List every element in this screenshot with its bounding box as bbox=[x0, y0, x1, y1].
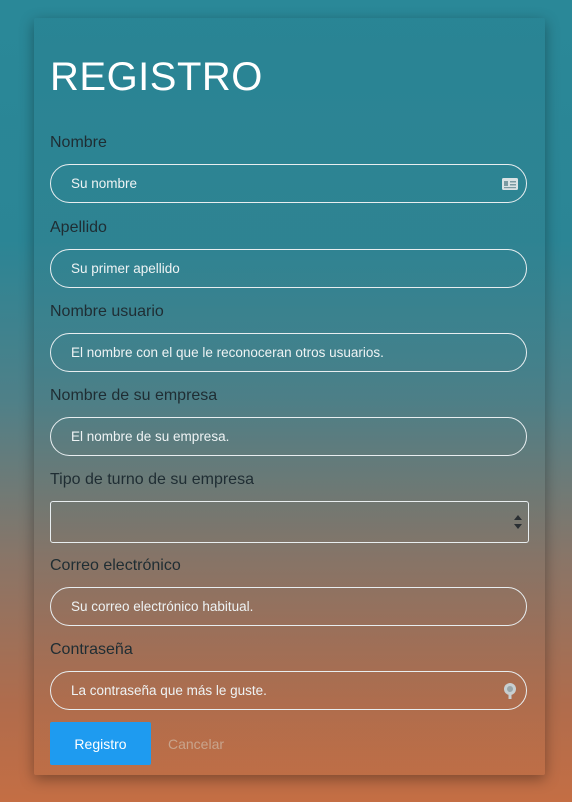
turno-label: Tipo de turno de su empresa bbox=[50, 471, 254, 488]
apellido-label: Apellido bbox=[50, 219, 107, 236]
nombre-input[interactable] bbox=[50, 164, 527, 203]
usuario-input[interactable] bbox=[50, 333, 527, 372]
correo-label: Correo electrónico bbox=[50, 557, 181, 574]
correo-input[interactable] bbox=[50, 587, 527, 626]
id-card-icon bbox=[501, 175, 519, 193]
registro-button[interactable]: Registro bbox=[50, 722, 151, 765]
cancelar-link[interactable]: Cancelar bbox=[168, 735, 224, 753]
nombre-label: Nombre bbox=[50, 134, 107, 151]
key-icon bbox=[501, 682, 519, 700]
contrasena-input[interactable] bbox=[50, 671, 527, 710]
form-title: REGISTRO bbox=[50, 55, 263, 99]
empresa-input[interactable] bbox=[50, 417, 527, 456]
usuario-label: Nombre usuario bbox=[50, 303, 164, 320]
select-arrows-icon bbox=[514, 513, 522, 531]
contrasena-label: Contraseña bbox=[50, 641, 133, 658]
turno-select[interactable] bbox=[50, 501, 529, 543]
apellido-input[interactable] bbox=[50, 249, 527, 288]
empresa-label: Nombre de su empresa bbox=[50, 387, 218, 404]
registration-card: REGISTRO Nombre Apellido Nombre usuario … bbox=[34, 18, 545, 775]
